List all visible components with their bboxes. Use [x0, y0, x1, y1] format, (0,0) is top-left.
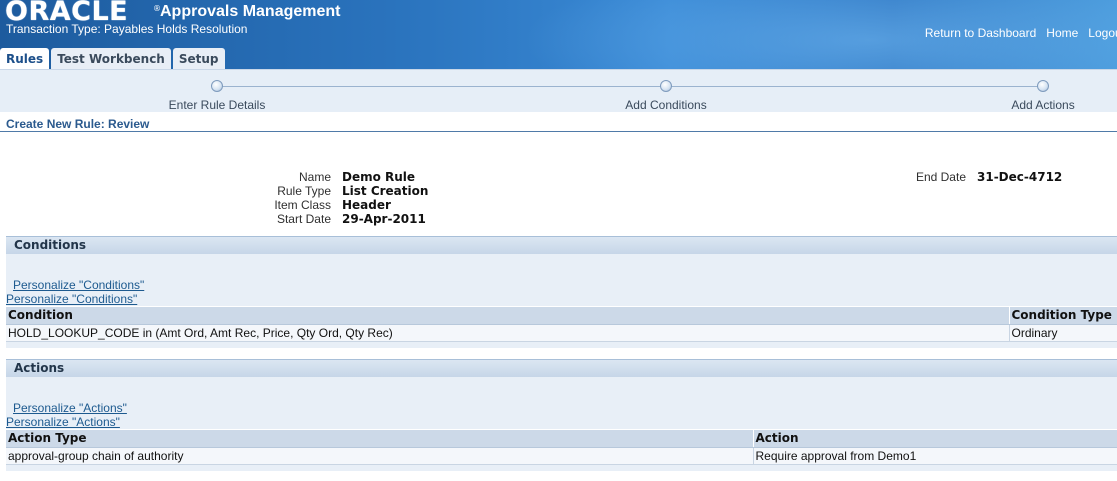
train-step-label-add-actions[interactable]: Add Actions: [1011, 98, 1074, 112]
field-name: Name Demo Rule: [230, 170, 415, 184]
tab-test-workbench[interactable]: Test Workbench: [51, 48, 171, 69]
column-header-action: Action: [752, 430, 1117, 448]
actions-table-footer: [6, 465, 1117, 471]
field-start-date: Start Date 29-Apr-2011: [230, 212, 426, 226]
header-banner: ORACLE ® Approvals Management Transactio…: [0, 0, 1117, 69]
personalize-actions-link[interactable]: Personalize "Actions": [13, 401, 127, 415]
condition-cell: HOLD_LOOKUP_CODE in (Amt Ord, Amt Rec, P…: [6, 324, 1009, 342]
column-header-condition: Condition: [6, 307, 1009, 325]
action-cell: Require approval from Demo1: [752, 447, 1117, 465]
global-links: Return to Dashboard Home Logout: [925, 26, 1117, 40]
train-step-dot-add-actions[interactable]: [1037, 80, 1049, 92]
conditions-section-body: [6, 254, 1117, 306]
personalize-actions-link-secondary[interactable]: Personalize "Actions": [6, 415, 120, 429]
start-date-label: Start Date: [276, 212, 331, 226]
end-date-label: End Date: [915, 170, 966, 184]
train-step-dot-enter-rule-details[interactable]: [211, 80, 223, 92]
train-step-label-add-conditions[interactable]: Add Conditions: [625, 98, 706, 112]
field-rule-type: Rule Type List Creation: [230, 184, 428, 198]
name-label: Name: [298, 170, 331, 184]
table-row: approval-group chain of authority Requir…: [6, 447, 1117, 465]
column-header-condition-type: Condition Type: [1008, 307, 1117, 325]
tab-setup[interactable]: Setup: [172, 48, 225, 69]
item-class-value: Header: [342, 198, 391, 212]
page-title: Create New Rule: Review: [6, 117, 150, 131]
table-header-row: Action Type Action: [6, 430, 1117, 448]
start-date-value: 29-Apr-2011: [342, 212, 426, 226]
table-header-row: Condition Condition Type: [6, 307, 1117, 325]
rule-type-value: List Creation: [342, 184, 429, 198]
tab-rules[interactable]: Rules: [0, 48, 50, 69]
conditions-table-footer: [6, 342, 1117, 348]
train-step-dot-add-conditions[interactable]: [660, 80, 672, 92]
item-class-label: Item Class: [274, 198, 331, 212]
name-value: Demo Rule: [342, 170, 416, 184]
conditions-section-header: Conditions: [6, 236, 1117, 254]
field-item-class: Item Class Header: [230, 198, 391, 212]
field-end-date: End Date 31-Dec-4712: [880, 170, 1062, 184]
personalize-conditions-link[interactable]: Personalize "Conditions": [13, 278, 144, 292]
rule-type-label: Rule Type: [277, 184, 331, 198]
title-divider: [0, 131, 1117, 132]
home-link[interactable]: Home: [1046, 26, 1078, 40]
actions-section-body: [6, 377, 1117, 429]
column-header-action-type: Action Type: [6, 430, 753, 448]
transaction-type: Transaction Type: Payables Holds Resolut…: [6, 22, 248, 36]
logout-link[interactable]: Logout: [1088, 26, 1117, 40]
train-line: [217, 86, 1043, 87]
train-step-label-enter-rule-details[interactable]: Enter Rule Details: [169, 98, 266, 112]
conditions-table: Condition Condition Type HOLD_LOOKUP_COD…: [6, 307, 1117, 342]
main-tabs: Rules Test Workbench Setup: [0, 48, 225, 69]
process-train: Enter Rule Details Add Conditions Add Ac…: [0, 69, 1117, 112]
action-type-cell: approval-group chain of authority: [6, 447, 753, 465]
table-row: HOLD_LOOKUP_CODE in (Amt Ord, Amt Rec, P…: [6, 324, 1117, 342]
end-date-value: 31-Dec-4712: [977, 170, 1063, 184]
actions-table: Action Type Action approval-group chain …: [6, 430, 1117, 465]
return-to-dashboard-link[interactable]: Return to Dashboard: [925, 26, 1036, 40]
app-title: Approvals Management: [160, 3, 341, 20]
condition-type-cell: Ordinary: [1008, 324, 1117, 342]
personalize-conditions-link-secondary[interactable]: Personalize "Conditions": [6, 292, 137, 306]
actions-section-header: Actions: [6, 359, 1117, 377]
